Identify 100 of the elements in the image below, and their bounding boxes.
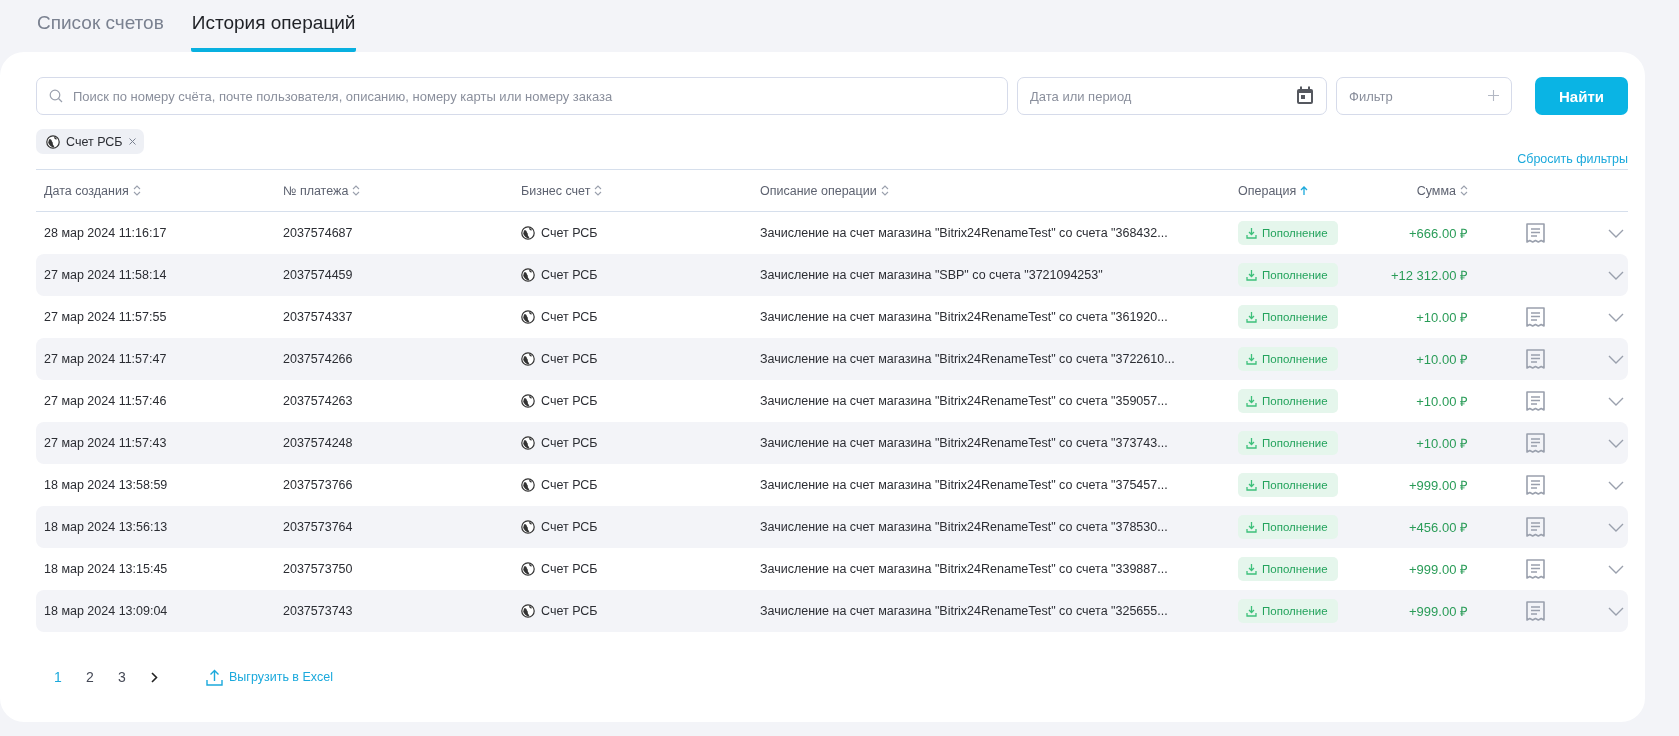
account-cell: Счет РСБ bbox=[541, 352, 598, 366]
date-cell-text: 18 мар 2024 13:56:13 bbox=[43, 520, 169, 534]
chevron-down-icon[interactable] bbox=[1608, 396, 1624, 406]
receipt-icon[interactable] bbox=[1524, 390, 1546, 412]
search-icon bbox=[49, 89, 63, 103]
sort-icon[interactable] bbox=[1460, 185, 1468, 196]
amount-cell-text: +12 312.00 ₽ bbox=[1389, 267, 1468, 284]
receipt-icon[interactable] bbox=[1524, 432, 1546, 454]
tab[interactable]: Список счетов bbox=[36, 10, 165, 52]
globe-icon bbox=[521, 478, 535, 492]
payment-number-cell-text: 2037574248 bbox=[282, 436, 354, 450]
operation-badge: Пополнение bbox=[1238, 431, 1338, 455]
payment-number-cell-text: 2037574266 bbox=[282, 352, 354, 366]
description-cell-text: Зачисление на счет магазина "Bitrix24RenameTest" со счета "339887... bbox=[759, 562, 1169, 576]
account-cell: Счет РСБ bbox=[541, 268, 598, 282]
download-icon bbox=[1246, 479, 1257, 491]
description-cell-text: Зачисление на счет магазина "Bitrix24RenameTest" со счета "375457... bbox=[759, 478, 1169, 492]
sort-icon[interactable] bbox=[880, 185, 889, 196]
chevron-down-icon[interactable] bbox=[1608, 354, 1624, 364]
description-cell-text: Зачисление на счет магазина "Bitrix24RenameTest" со счета "368432... bbox=[759, 226, 1169, 240]
date-cell-text: 27 мар 2024 11:57:47 bbox=[43, 352, 168, 366]
receipt-icon[interactable] bbox=[1524, 348, 1546, 370]
amount-cell-text: +456.00 ₽ bbox=[1408, 519, 1468, 536]
close-icon[interactable] bbox=[128, 138, 136, 145]
search-field[interactable]: Поиск по номеру счёта, почте пользователя, описанию, номеру карты или номеру заказа bbox=[36, 77, 1008, 115]
payment-number-cell-text: 2037574337 bbox=[282, 310, 354, 324]
download-icon bbox=[1246, 605, 1257, 617]
chevron-down-icon[interactable] bbox=[1608, 480, 1624, 490]
operation-badge: Пополнение bbox=[1238, 389, 1338, 413]
date-cell-text: 27 мар 2024 11:57:55 bbox=[43, 310, 168, 324]
receipt-icon[interactable] bbox=[1524, 516, 1546, 538]
receipt-icon[interactable] bbox=[1524, 222, 1546, 244]
download-icon bbox=[1246, 353, 1257, 365]
date-field[interactable]: Дата или период bbox=[1017, 77, 1327, 115]
download-icon bbox=[1246, 395, 1257, 407]
amount-cell-text: +999.00 ₽ bbox=[1408, 561, 1468, 578]
account-cell: Счет РСБ bbox=[541, 520, 598, 534]
operation-badge: Пополнение bbox=[1238, 221, 1338, 245]
sort-icon[interactable] bbox=[352, 185, 361, 196]
chevron-down-icon[interactable] bbox=[1608, 522, 1624, 532]
description-cell-text: Зачисление на счет магазина "Bitrix24RenameTest" со счета "3722610... bbox=[759, 352, 1176, 366]
globe-icon bbox=[521, 268, 535, 282]
globe-icon bbox=[521, 520, 535, 534]
amount-cell-text: +999.00 ₽ bbox=[1408, 603, 1468, 620]
column-header[interactable]: Описание операции bbox=[760, 183, 877, 198]
amount-cell-text: +10.00 ₽ bbox=[1415, 393, 1468, 410]
globe-icon bbox=[521, 604, 535, 618]
account-cell: Счет РСБ bbox=[541, 226, 598, 240]
sort-up-icon[interactable] bbox=[1300, 185, 1309, 196]
column-header[interactable]: № платежа bbox=[283, 183, 349, 198]
payment-number-cell-text: 2037574263 bbox=[282, 394, 354, 408]
receipt-icon[interactable] bbox=[1524, 600, 1546, 622]
download-icon bbox=[1246, 227, 1257, 239]
page-button[interactable]: 3 bbox=[106, 668, 138, 686]
calendar-icon bbox=[1296, 86, 1314, 105]
globe-icon bbox=[521, 436, 535, 450]
operation-badge: Пополнение bbox=[1238, 305, 1338, 329]
chevron-down-icon[interactable] bbox=[1608, 270, 1624, 280]
payment-number-cell-text: 2037574687 bbox=[282, 226, 354, 240]
description-cell-text: Зачисление на счет магазина "Bitrix24RenameTest" со счета "361920... bbox=[759, 310, 1169, 324]
operation-badge: Пополнение bbox=[1238, 557, 1338, 581]
receipt-icon[interactable] bbox=[1524, 306, 1546, 328]
column-header[interactable]: Операция bbox=[1238, 183, 1297, 198]
download-icon bbox=[1246, 311, 1257, 323]
description-cell-text: Зачисление на счет магазина "Bitrix24RenameTest" со счета "359057... bbox=[759, 394, 1169, 408]
filter-chip[interactable]: Счет РСБ bbox=[36, 129, 144, 154]
chevron-down-icon[interactable] bbox=[1608, 438, 1624, 448]
payment-number-cell-text: 2037573764 bbox=[282, 520, 354, 534]
plus-icon bbox=[1488, 90, 1499, 101]
chevron-down-icon[interactable] bbox=[1608, 228, 1624, 238]
receipt-icon[interactable] bbox=[1524, 558, 1546, 580]
globe-icon bbox=[521, 226, 535, 240]
download-icon bbox=[1246, 563, 1257, 575]
chevron-down-icon[interactable] bbox=[1608, 312, 1624, 322]
chip-label: Счет РСБ bbox=[66, 134, 123, 149]
payment-number-cell-text: 2037574459 bbox=[282, 268, 354, 282]
amount-cell-text: +999.00 ₽ bbox=[1408, 477, 1468, 494]
column-header[interactable]: Бизнес счет bbox=[521, 183, 591, 198]
globe-icon bbox=[521, 394, 535, 408]
sort-icon[interactable] bbox=[132, 185, 141, 196]
column-header[interactable]: Дата создания bbox=[44, 183, 129, 198]
column-header[interactable]: Сумма bbox=[1416, 183, 1456, 198]
sort-icon[interactable] bbox=[594, 185, 603, 196]
date-cell-text: 18 мар 2024 13:58:59 bbox=[43, 478, 169, 492]
page-button[interactable]: 2 bbox=[74, 668, 106, 686]
chevron-right-icon bbox=[150, 671, 158, 683]
chevron-down-icon[interactable] bbox=[1608, 564, 1624, 574]
date-cell-text: 18 мар 2024 13:09:04 bbox=[43, 604, 169, 618]
amount-cell-text: +10.00 ₽ bbox=[1415, 351, 1468, 368]
download-icon bbox=[1246, 437, 1257, 449]
date-cell-text: 28 мар 2024 11:16:17 bbox=[43, 226, 168, 240]
download-icon bbox=[1246, 521, 1257, 533]
filter-field[interactable]: Фильтр bbox=[1336, 77, 1512, 115]
receipt-icon[interactable] bbox=[1524, 474, 1546, 496]
chevron-down-icon[interactable] bbox=[1608, 606, 1624, 616]
account-cell: Счет РСБ bbox=[541, 562, 598, 576]
upload-icon bbox=[206, 668, 223, 686]
globe-icon bbox=[521, 562, 535, 576]
account-cell: Счет РСБ bbox=[541, 310, 598, 324]
date-cell-text: 27 мар 2024 11:57:43 bbox=[43, 436, 168, 450]
